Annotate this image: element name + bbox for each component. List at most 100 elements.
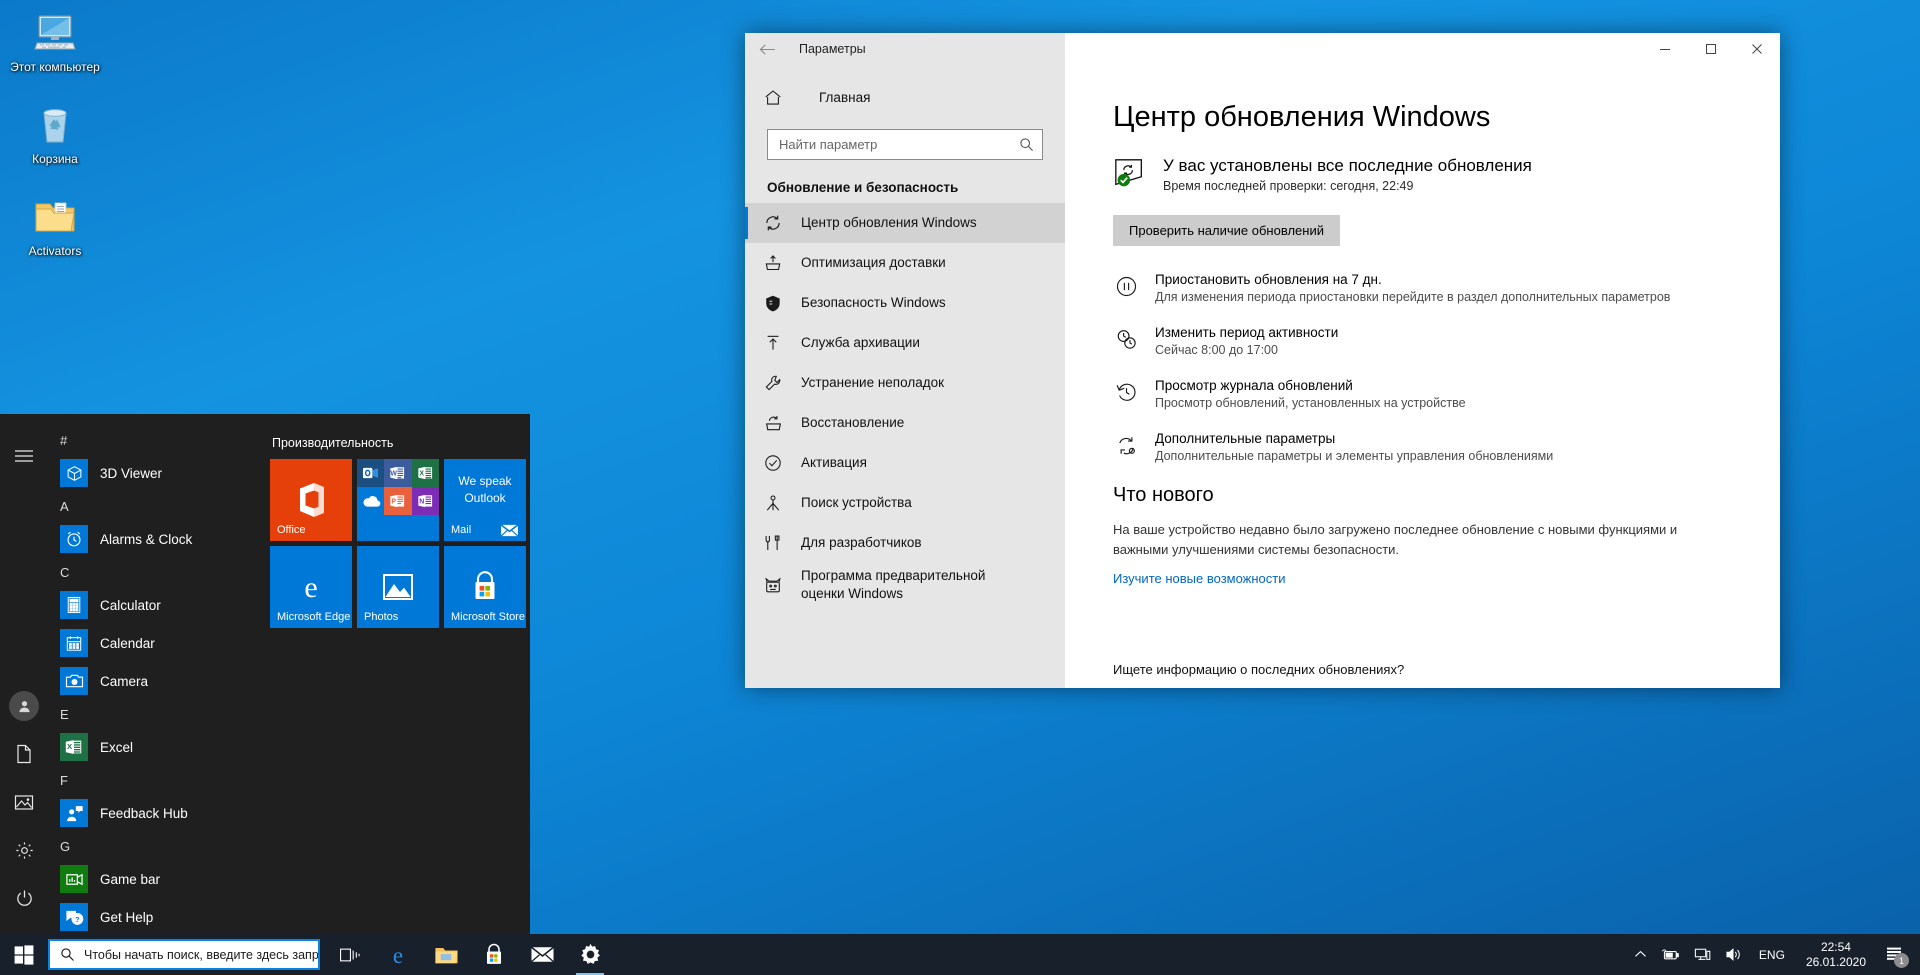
app-list-item-game-bar[interactable]: Game bar xyxy=(48,860,260,898)
start-menu-rail xyxy=(0,414,48,934)
app-list-item-feedback-hub[interactable]: Feedback Hub xyxy=(48,794,260,832)
app-list-item-excel[interactable]: X Excel xyxy=(48,728,260,766)
app-list-item-label: Calendar xyxy=(100,635,155,651)
option-pause-updates[interactable]: Приостановить обновления на 7 дн. Для из… xyxy=(1113,272,1734,304)
sidebar-item-for-developers[interactable]: Для разработчиков xyxy=(745,523,1065,563)
sidebar-item-troubleshoot[interactable]: Устранение неполадок xyxy=(745,363,1065,403)
maximize-button[interactable] xyxy=(1688,33,1734,65)
sidebar-item-windows-security[interactable]: Безопасность Windows xyxy=(745,283,1065,323)
app-list-letter[interactable]: A xyxy=(48,492,260,520)
taskbar-mail[interactable] xyxy=(518,934,566,975)
hamburger-icon[interactable] xyxy=(0,432,48,480)
outlook-icon xyxy=(357,459,385,487)
close-button[interactable] xyxy=(1734,33,1780,65)
app-list-item-label: Calculator xyxy=(100,597,161,613)
task-view-button[interactable] xyxy=(326,934,374,975)
app-list-letter[interactable]: G xyxy=(48,832,260,860)
app-list-item-label: Camera xyxy=(100,673,149,689)
tiles-grid: Office W X P N We speak Outlook Mail e M… xyxy=(270,459,527,628)
power-icon[interactable] xyxy=(0,874,48,922)
option-text: Приостановить обновления на 7 дн. Для из… xyxy=(1155,272,1670,304)
tile-microsoft-edge[interactable]: e Microsoft Edge xyxy=(270,546,352,628)
excel-icon: X xyxy=(411,459,439,487)
tile-group-title[interactable]: Производительность xyxy=(270,436,516,450)
edge-icon: e xyxy=(385,942,411,968)
desktop-icon-activators[interactable]: Activators xyxy=(5,192,105,258)
tile-label: Microsoft Edge xyxy=(277,611,351,623)
check-for-updates-button[interactable]: Проверить наличие обновлений xyxy=(1113,215,1340,246)
option-update-history[interactable]: Просмотр журнала обновлений Просмотр обн… xyxy=(1113,378,1734,410)
wrench-icon xyxy=(763,373,783,393)
start-tiles-area: Производительность Office W X P N We spe… xyxy=(260,414,530,934)
taskbar-settings[interactable] xyxy=(566,934,614,975)
minimize-button[interactable] xyxy=(1642,33,1688,65)
desktop-icon-this-pc[interactable]: Этот компьютер xyxy=(5,8,105,74)
app-list-item-calculator[interactable]: Calculator xyxy=(48,586,260,624)
update-status-text: У вас установлены все последние обновлен… xyxy=(1163,156,1532,193)
whats-new-body: На ваше устройство недавно было загружен… xyxy=(1113,522,1678,557)
windows-logo-icon xyxy=(14,944,34,965)
whats-new-link[interactable]: Изучите новые возможности xyxy=(1113,571,1286,586)
office-icon xyxy=(294,481,328,519)
chevron-up-icon[interactable] xyxy=(1627,934,1654,975)
picture-icon[interactable] xyxy=(0,778,48,826)
recovery-icon xyxy=(763,413,783,433)
update-status-icon xyxy=(1113,156,1147,190)
app-list-item-alarms-clock[interactable]: Alarms & Clock xyxy=(48,520,260,558)
gamebar-icon xyxy=(60,865,88,893)
app-list-item-label: Excel xyxy=(100,739,134,755)
alarm-clock-icon xyxy=(60,525,88,553)
mail-headline-line2: Outlook xyxy=(464,491,506,505)
find-device-icon xyxy=(763,493,783,513)
sidebar-item-windows-insider[interactable]: Программа предварительной оценки Windows xyxy=(745,563,1065,607)
gear-icon[interactable] xyxy=(0,826,48,874)
network-icon[interactable] xyxy=(1687,934,1718,975)
clock[interactable]: 22:54 26.01.2020 xyxy=(1794,934,1878,975)
app-list-letter[interactable]: F xyxy=(48,766,260,794)
notification-badge: 1 xyxy=(1894,953,1909,968)
option-active-hours[interactable]: Изменить период активности Сейчас 8:00 д… xyxy=(1113,325,1734,357)
settings-search-input[interactable] xyxy=(779,137,1019,152)
document-icon[interactable] xyxy=(0,730,48,778)
language-indicator[interactable]: ENG xyxy=(1750,948,1794,962)
sidebar-item-activation[interactable]: Активация xyxy=(745,443,1065,483)
app-list-letter[interactable]: E xyxy=(48,700,260,728)
tile-office-apps[interactable]: W X P N xyxy=(357,459,439,541)
tile-label: Mail xyxy=(451,524,472,536)
tile-photos[interactable]: Photos xyxy=(357,546,439,628)
start-menu: # 3D Viewer A Alarms & Clock C Calculato… xyxy=(0,414,530,934)
tile-office[interactable]: Office xyxy=(270,459,352,541)
sidebar-item-recovery[interactable]: Восстановление xyxy=(745,403,1065,443)
app-list-item-get-help[interactable]: ? Get Help xyxy=(48,898,260,934)
app-list-item-3d-viewer[interactable]: 3D Viewer xyxy=(48,454,260,492)
action-center-button[interactable]: 1 xyxy=(1878,934,1916,975)
app-list-item-calendar[interactable]: Calendar xyxy=(48,624,260,662)
shield-icon xyxy=(763,293,783,313)
tile-mail[interactable]: We speak Outlook Mail xyxy=(444,459,526,541)
sidebar-item-windows-update[interactable]: Центр обновления Windows xyxy=(745,203,1065,243)
app-list-item-camera[interactable]: Camera xyxy=(48,662,260,700)
sidebar-item-delivery-optimization[interactable]: Оптимизация доставки xyxy=(745,243,1065,283)
sidebar-item-find-my-device[interactable]: Поиск устройства xyxy=(745,483,1065,523)
sidebar-item-home[interactable]: Главная xyxy=(745,77,1065,117)
volume-icon[interactable] xyxy=(1718,934,1750,975)
svg-text:e: e xyxy=(304,571,317,604)
app-list-letter[interactable]: C xyxy=(48,558,260,586)
settings-search-box[interactable] xyxy=(767,129,1043,160)
taskbar-file-explorer[interactable] xyxy=(422,934,470,975)
sidebar-item-backup[interactable]: Служба архивации xyxy=(745,323,1065,363)
battery-icon[interactable] xyxy=(1654,934,1687,975)
tile-microsoft-store[interactable]: Microsoft Store xyxy=(444,546,526,628)
option-subtitle: Для изменения периода приостановки перей… xyxy=(1155,290,1671,304)
start-account-button[interactable] xyxy=(0,682,48,730)
taskbar-microsoft-store[interactable] xyxy=(470,934,518,975)
app-list-letter[interactable]: # xyxy=(48,426,260,454)
desktop-icon-recycle-bin[interactable]: Корзина xyxy=(5,100,105,166)
taskbar-microsoft-edge[interactable]: e xyxy=(374,934,422,975)
start-app-list[interactable]: # 3D Viewer A Alarms & Clock C Calculato… xyxy=(48,414,260,934)
desktop-icon-label: Корзина xyxy=(32,152,78,166)
option-advanced-settings[interactable]: Дополнительные параметры Дополнительные … xyxy=(1113,431,1734,463)
start-button[interactable] xyxy=(0,934,48,975)
back-button[interactable] xyxy=(745,33,789,65)
taskbar-search-box[interactable]: Чтобы начать поиск, введите здесь запрос xyxy=(48,939,320,970)
